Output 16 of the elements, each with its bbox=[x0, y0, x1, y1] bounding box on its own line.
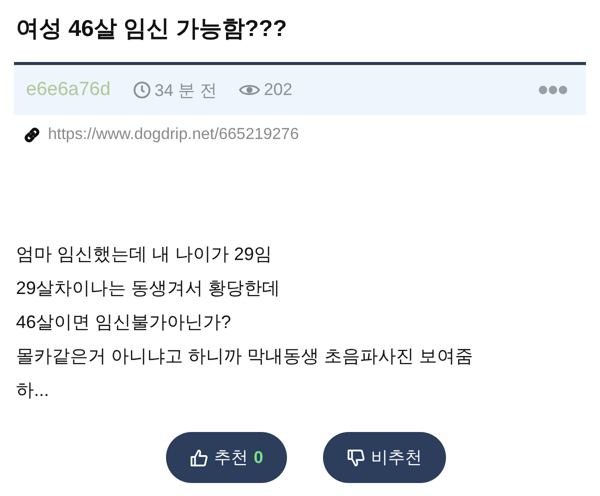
eye-icon bbox=[238, 83, 260, 97]
post-text-line: 46살이면 임신불가아닌가? bbox=[16, 311, 232, 334]
thumbs-down-icon bbox=[347, 448, 366, 466]
post-time: 34 분 전 bbox=[154, 80, 217, 102]
post-text-line: 몰카같은거 아니냐고 하니까 막내동생 초음파사진 보여줌 bbox=[16, 345, 474, 368]
view-count: 202 bbox=[264, 80, 292, 100]
downvote-button[interactable]: 비추천 bbox=[323, 432, 446, 483]
clock-icon bbox=[132, 81, 151, 99]
post-text-line: 하... bbox=[16, 379, 50, 402]
more-icon[interactable] bbox=[538, 85, 568, 95]
link-icon bbox=[22, 125, 42, 145]
post-title: 여성 46살 임신 가능함??? bbox=[16, 14, 288, 43]
post-text-line: 29살차이나는 동생겨서 황당한데 bbox=[16, 277, 282, 300]
thumbs-up-icon bbox=[190, 448, 208, 466]
upvote-button[interactable]: 추천 0 bbox=[166, 432, 288, 483]
post-text-line: 엄마 임신했는데 내 나이가 29임 bbox=[16, 243, 274, 266]
